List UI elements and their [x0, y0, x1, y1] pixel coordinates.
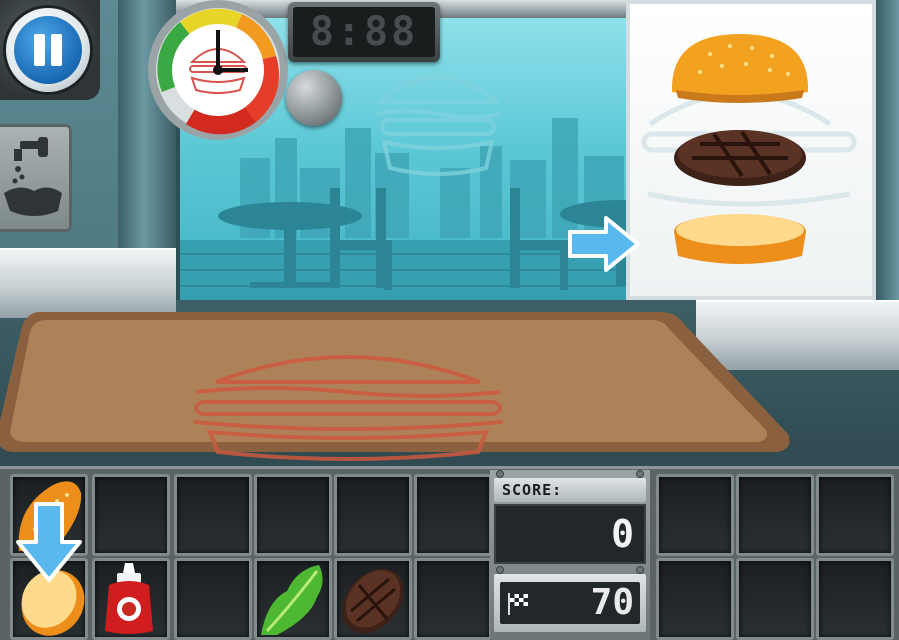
beef-patty-icon — [342, 568, 404, 634]
ingredient-slot-lettuce[interactable] — [254, 558, 332, 640]
ketchup-icon — [105, 563, 153, 634]
ingredient-slot-ketchup[interactable] — [92, 558, 170, 640]
ingredient-slot-empty[interactable] — [414, 474, 492, 556]
lettuce-icon — [261, 565, 323, 635]
wash-hands-icon — [4, 137, 62, 216]
digital-timer: 8:88 — [288, 2, 440, 62]
checkered-flag-icon — [508, 593, 528, 615]
ingredient-slot-empty[interactable] — [334, 474, 412, 556]
ingredient-slot-empty[interactable] — [174, 558, 252, 640]
goal-plate: 70 — [494, 574, 646, 632]
score-label-plate: SCORE: — [494, 478, 646, 502]
tray-surface — [0, 312, 790, 461]
ingredient-slot-empty[interactable] — [816, 558, 894, 640]
pause-icon — [14, 16, 82, 84]
order-layer-bottom-bun — [674, 214, 806, 264]
pause-button[interactable] — [6, 8, 90, 92]
drop-hint-arrow-icon — [16, 502, 82, 582]
order-timer-gauge — [146, 0, 296, 150]
ingredient-slot-empty[interactable] — [254, 474, 332, 556]
next-arrow-icon — [568, 216, 640, 272]
ingredient-slot-empty[interactable] — [414, 558, 492, 640]
wash-hands-sign — [0, 124, 72, 232]
score-value: 0 — [611, 512, 634, 556]
game-scene: 8:88 SCORE: 0 70 — [0, 0, 899, 640]
timer-display: 8:88 — [309, 9, 419, 55]
ingredient-slot-empty[interactable] — [656, 474, 734, 556]
serving-tray[interactable] — [0, 306, 899, 466]
wall-column — [876, 0, 899, 320]
score-screen: 0 — [494, 504, 646, 564]
order-layer-top-bun — [671, 34, 809, 103]
ingredient-slot-empty[interactable] — [656, 558, 734, 640]
order-burger-recipe — [641, 34, 857, 264]
ingredient-slot-empty[interactable] — [736, 474, 814, 556]
goal-value: 70 — [590, 582, 634, 623]
goal-screen: 70 — [500, 582, 640, 624]
burger-gauge-icon — [148, 0, 288, 140]
order-ticket — [626, 0, 876, 300]
order-layer-beef-patty — [674, 130, 806, 186]
score-panel: SCORE: 0 70 — [490, 470, 650, 640]
ingredient-slot-empty[interactable] — [736, 558, 814, 640]
ingredient-slot-empty[interactable] — [174, 474, 252, 556]
ingredient-slot-beef-patty[interactable] — [334, 558, 412, 640]
bell-icon[interactable] — [286, 70, 342, 126]
ingredient-slot-empty[interactable] — [92, 474, 170, 556]
ingredient-slot-empty[interactable] — [816, 474, 894, 556]
pause-housing — [0, 0, 100, 100]
score-label: SCORE: — [502, 481, 563, 499]
